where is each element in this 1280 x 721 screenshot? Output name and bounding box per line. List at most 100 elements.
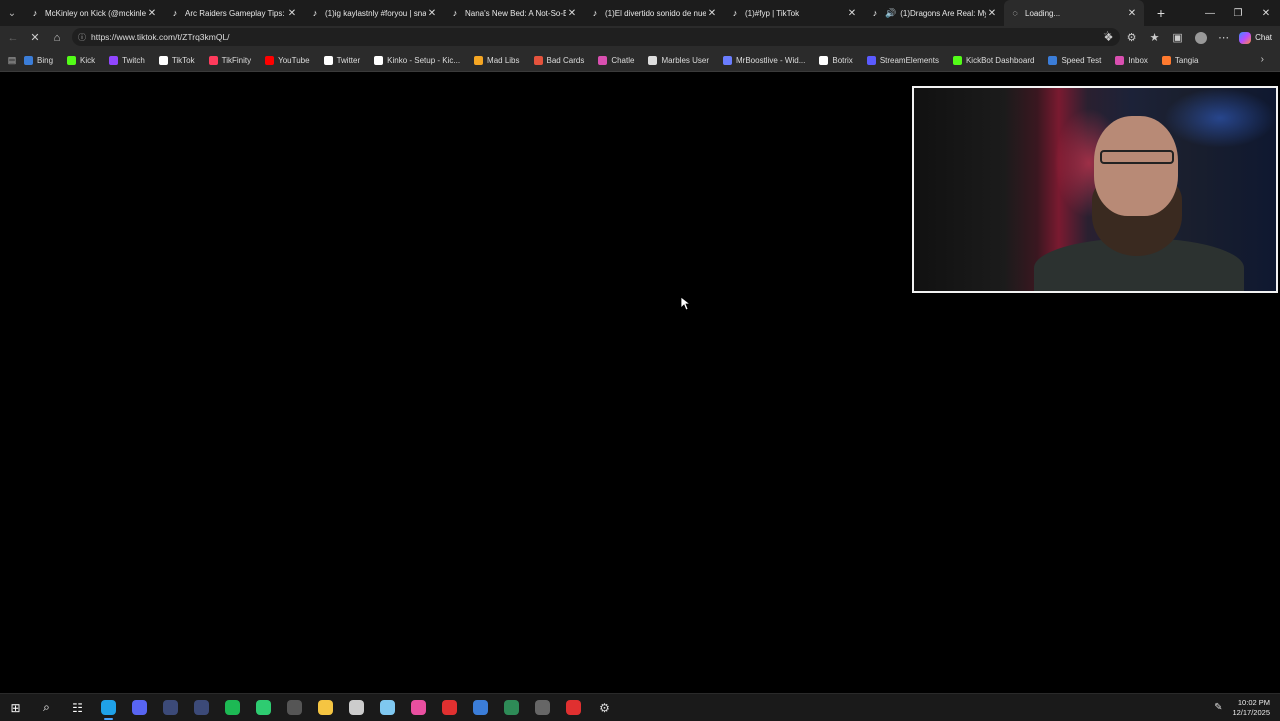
app-icon-6[interactable] [403,694,434,721]
spotify-icon[interactable] [217,694,248,721]
favorite-tangia[interactable]: Tangia [1161,55,1198,65]
tab-title: (1)Dragons Are Real: Myth [900,8,986,18]
tab-close-icon[interactable]: ✕ [986,8,998,19]
favorite-bing[interactable]: Bing [24,55,53,65]
system-tray: ✎ 10:02 PM 12/17/2025 [1214,694,1270,721]
tab-title: McKinley on Kick (@mckinley.tv) [45,8,146,18]
favorite-kickbot-dashboard[interactable]: KickBot Dashboard [952,55,1034,65]
toolbar-actions: ❖ ⚙ ★ ▣ ⋯ Chat [1097,26,1280,49]
task-view-icon[interactable]: ☷ [62,694,93,721]
tikfinity-icon [208,55,218,65]
discord-icon[interactable] [124,694,155,721]
favorite-bad-cards[interactable]: Bad Cards [533,55,584,65]
start-icon[interactable]: ⊞ [0,694,31,721]
favorite-label: Twitter [336,55,361,65]
stop-loading-button[interactable]: ✕ [24,27,46,49]
favorite-speed-test[interactable]: Speed Test [1048,55,1101,65]
search-icon [24,55,33,65]
tab-close-icon[interactable]: ✕ [426,8,438,19]
tab-8[interactable]: ◌ Loading... ✕ [1004,0,1144,26]
favorite-twitch[interactable]: Twitch [109,55,145,65]
tab-7[interactable]: ♪ 🔊 (1)Dragons Are Real: Myth ✕ [864,0,1004,26]
tab-close-icon[interactable]: ✕ [846,8,858,19]
copilot-chat-button[interactable]: Chat [1235,31,1280,44]
tab-strip: ⌄ ♪McKinley on Kick (@mckinley.tv)✕♪Arc … [0,0,1280,26]
favorite-marbles-user[interactable]: Marbles User [648,55,709,65]
back-button[interactable]: ← [2,27,24,49]
favorite-inbox[interactable]: Inbox [1115,55,1148,65]
tab-close-icon[interactable]: ✕ [706,8,718,19]
address-url[interactable]: https://www.tiktok.com/t/ZTrq3kmQL/ [91,32,230,42]
collections-icon[interactable]: ▣ [1166,27,1189,49]
obs-icon[interactable] [279,694,310,721]
favorite-label: Chatle [611,55,635,65]
app-icon-1[interactable] [155,694,186,721]
edge-icon[interactable] [93,694,124,721]
favorite-streamelements[interactable]: StreamElements [866,55,939,65]
favorite-youtube[interactable]: YouTube [265,55,310,65]
tab-5[interactable]: ♪ (1)El divertido sonido de nuestro✕ [584,0,724,26]
tab-1[interactable]: ♪ McKinley on Kick (@mckinley.tv)✕ [24,0,164,26]
close-window-icon[interactable]: ✕ [1252,0,1280,26]
favorite-mad-libs[interactable]: Mad Libs [474,55,520,65]
tab-2[interactable]: ♪ Arc Raiders Gameplay Tips: Avoid✕ [164,0,304,26]
favorite-chatle[interactable]: Chatle [598,55,635,65]
site-info-icon[interactable]: ⓘ [75,32,89,43]
clock[interactable]: 10:02 PM 12/17/2025 [1232,698,1270,718]
copilot-icon [1239,31,1252,44]
favorite-tiktok[interactable]: TikTok [158,55,195,65]
minimize-icon[interactable]: — [1196,0,1224,26]
favorite-botrix[interactable]: Botrix [819,55,853,65]
app-icon-8[interactable] [465,694,496,721]
more-favorites-chevron-icon[interactable]: › [1261,54,1264,65]
search-icon[interactable]: ⌕ [31,694,62,721]
tab-close-icon[interactable]: ✕ [566,8,578,19]
restore-icon[interactable]: ❐ [1224,0,1252,26]
favorite-label: YouTube [278,55,310,65]
chatle-icon [598,55,608,65]
favorite-label: TikTok [171,55,195,65]
favorites-menu-icon[interactable]: ▤ [0,55,24,66]
taskbar-apps: ⊞ ⌕ ☷ ⚙ [0,694,620,721]
favorite-twitter[interactable]: Twitter [323,55,361,65]
tab-actions-menu-icon[interactable]: ⌄ [0,0,24,26]
new-tab-button[interactable]: + [1148,0,1174,26]
more-options-icon[interactable]: ⋯ [1212,27,1235,49]
app-icon-10[interactable] [527,694,558,721]
widget-icon [723,55,733,65]
home-button[interactable]: ⌂ [46,27,68,49]
favorite-label: StreamElements [879,55,939,65]
tab-audio-icon[interactable]: 🔊 [885,8,896,19]
favorites-icon[interactable]: ★ [1143,27,1166,49]
app-icon-7[interactable] [434,694,465,721]
tab-close-icon[interactable]: ✕ [286,8,298,19]
kickbot-icon [952,55,962,65]
tab-close-icon[interactable]: ✕ [146,8,158,19]
tab-3[interactable]: ♪ (1)ig kaylastnly #foryou | snapp ✕ [304,0,444,26]
tiktok-icon: ♪ [592,8,598,18]
favorite-kinko-setup-kic[interactable]: Kinko - Setup - Kic... [374,55,460,65]
app-icon-11[interactable] [558,694,589,721]
loading-icon: ◌ [1012,8,1018,18]
tab-4[interactable]: ♪ Nana's New Bed: A Not-So-Bedtime✕ [444,0,584,26]
file-explorer-icon[interactable] [310,694,341,721]
app-icon-9[interactable] [496,694,527,721]
tab-6[interactable]: ♪ (1)#fyp | TikTok ✕ [724,0,864,26]
tab-close-icon[interactable]: ✕ [1126,8,1138,19]
tab-title: Nana's New Bed: A Not-So-Bedtime [465,8,566,18]
favorite-kick[interactable]: Kick [67,55,95,65]
tiktok-icon [158,55,168,65]
profile-avatar[interactable] [1189,27,1212,49]
tiktok-icon: ♪ [172,8,178,18]
favorite-mrboostlive-wid[interactable]: MrBoostlive - Wid... [723,55,805,65]
extensions-icon[interactable]: ❖ [1097,27,1120,49]
settings-icon[interactable]: ⚙ [589,694,620,721]
app-icon-2[interactable] [186,694,217,721]
app-icon-5[interactable] [372,694,403,721]
app-icon-3[interactable] [248,694,279,721]
app-icon-4[interactable] [341,694,372,721]
pen-icon[interactable]: ✎ [1214,702,1222,713]
address-bar[interactable]: ⓘ https://www.tiktok.com/t/ZTrq3kmQL/ ☆ [72,28,1120,46]
favorite-tikfinity[interactable]: TikFinity [208,55,251,65]
browser-essentials-icon[interactable]: ⚙ [1120,27,1143,49]
